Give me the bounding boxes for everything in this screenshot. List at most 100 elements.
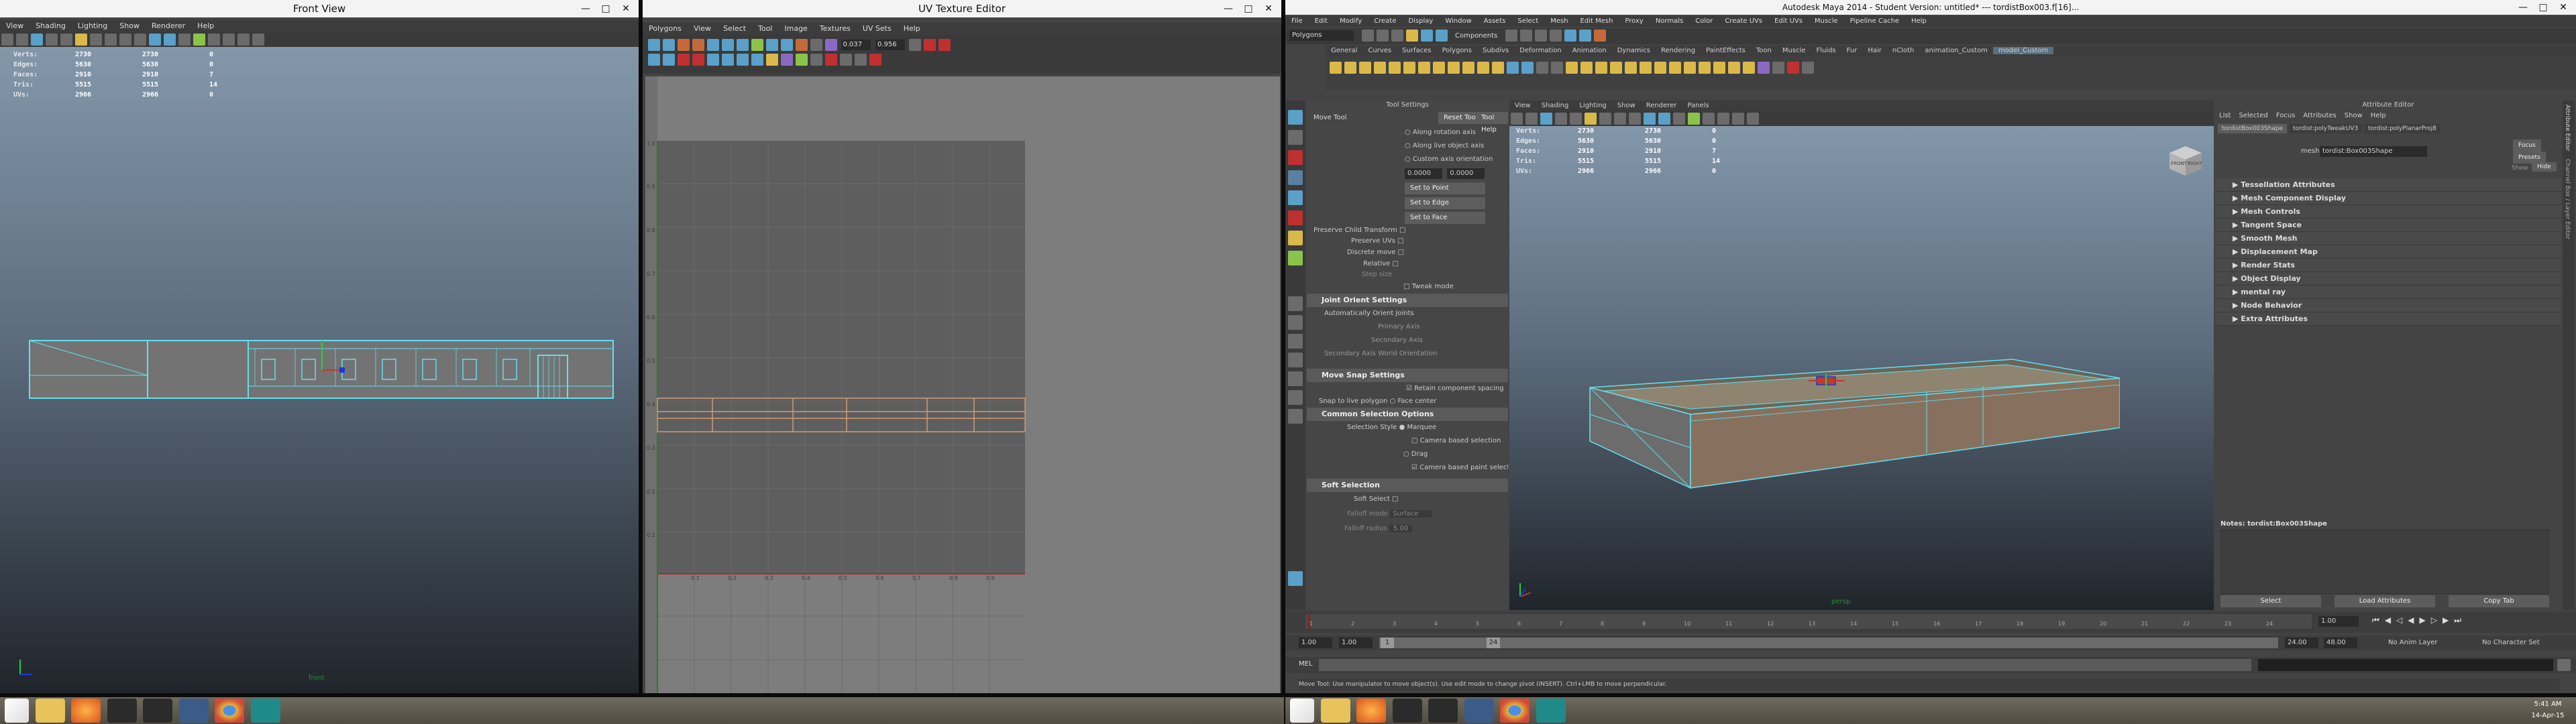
image-plane-icon[interactable] [46,34,58,46]
layout-single-icon[interactable] [1288,296,1303,311]
vp-shadows-icon[interactable] [1703,113,1715,125]
custom-axis-value-1[interactable]: 0.0000 [1405,168,1442,179]
save-scene-icon[interactable] [1391,29,1403,42]
vp-film-gate-icon[interactable] [1585,113,1597,125]
start-button-icon-2[interactable] [1290,699,1314,723]
drag-option[interactable]: ○ Drag [1313,448,1508,461]
uv-merge-icon[interactable] [751,54,763,66]
shelf-wedge-icon[interactable] [1580,62,1593,74]
layout-four-icon[interactable] [1288,315,1303,330]
layout-custom-icon[interactable] [1288,571,1303,586]
maya-menu-mesh[interactable]: Mesh [1544,17,1574,25]
uv-align-icon[interactable] [737,39,749,51]
falloff-radius-field[interactable]: Falloff radius 5.00 [1313,522,1508,536]
shelf-layout-icon[interactable] [1802,62,1814,74]
vp-textured-icon[interactable] [1688,113,1700,125]
secondary-world-orientation-option[interactable]: Secondary Axis World Orientation [1324,347,1508,361]
camera-based-selection-option[interactable]: □ Camera based selection [1313,434,1508,448]
playback-end-field[interactable]: 24.00 [2285,638,2318,648]
ae-tab-shape[interactable]: tordistBox003Shape [2218,124,2288,133]
preserve-child-transform-option[interactable]: Preserve Child Transform □ [1313,225,1508,236]
move-tool-icon[interactable] [1288,170,1303,185]
mode-select-dropdown[interactable]: Polygons [1289,30,1354,41]
vp-menu-panels[interactable]: Panels [1682,102,1714,109]
bookmark-icon[interactable] [31,34,43,46]
uv-cut-icon[interactable] [678,39,690,51]
set-to-edge-button[interactable]: Set to Edge [1405,197,1485,209]
shelf-tab-surfaces[interactable]: Surfaces [1397,47,1436,54]
ae-section-node-behavior[interactable]: ▶ Node Behavior [2215,299,2561,312]
common-selection-section[interactable]: Common Selection Options [1307,408,1508,421]
manipulator-icon[interactable] [1288,231,1303,245]
vp-menu-renderer[interactable]: Renderer [1641,102,1682,109]
field-chart-icon[interactable] [119,34,131,46]
grid-icon[interactable] [60,34,72,46]
uv-move-icon[interactable] [648,54,660,66]
snap-point-icon[interactable] [1534,29,1547,42]
shelf-tab-general[interactable]: General [1326,47,1362,54]
uv-rotate-icon[interactable] [663,39,675,51]
layout-outliner-icon[interactable] [1288,353,1303,367]
maya-menu-create-uvs[interactable]: Create UVs [1719,17,1768,25]
uv-menu-uvsets[interactable]: UV Sets [857,24,898,33]
shelf-append-icon[interactable] [1566,62,1578,74]
falloff-mode-dropdown[interactable]: Falloff mode Surface [1313,507,1508,522]
maximize-icon[interactable]: □ [596,0,616,17]
unity-icon-3[interactable] [1392,699,1422,723]
shelf-extract-icon[interactable] [1433,62,1445,74]
uv-normalize-icon[interactable] [722,54,734,66]
uv-alpha-icon[interactable] [825,54,837,66]
lasso-tool-icon[interactable] [1288,130,1303,145]
ae-load-attributes-button[interactable]: Load Attributes [2334,595,2435,607]
side-tab-attribute-editor[interactable]: Attribute Editor [2563,101,2572,155]
character-set-dropdown[interactable]: No Character Set [2479,638,2560,648]
vp-wireframe-icon[interactable] [1644,113,1656,125]
script-editor-icon[interactable] [2557,659,2571,671]
uv-lattice-icon[interactable] [692,54,704,66]
vp-menu-lighting[interactable]: Lighting [1574,102,1611,109]
shelf-center-pivot-icon[interactable] [1743,62,1755,74]
shelf-tab-painteffects[interactable]: PaintEffects [1701,47,1751,54]
uv-layout-icon[interactable] [722,39,734,51]
uv-refresh-icon[interactable] [908,39,921,51]
vp-field-chart-icon[interactable] [1629,113,1641,125]
shelf-tab-animation[interactable]: Animation [1567,47,1612,54]
ipr-icon[interactable] [1578,29,1591,42]
scale-tool-icon[interactable] [1288,210,1303,225]
uv-menu-polygons[interactable]: Polygons [643,24,688,33]
uv-relax-icon[interactable] [737,54,749,66]
uv-scale-icon[interactable] [663,54,675,66]
shelf-tab-fur[interactable]: Fur [1841,47,1863,54]
close-icon[interactable]: ✕ [1258,0,1279,17]
uv-unfold-icon[interactable] [707,39,719,51]
soft-selection-section[interactable]: Soft Selection [1307,479,1508,492]
maya-menu-select[interactable]: Select [1511,17,1544,25]
shelf-tab-fluids[interactable]: Fluids [1811,47,1841,54]
shelf-tab-deformation[interactable]: Deformation [1514,47,1566,54]
maya-menu-proxy[interactable]: Proxy [1619,17,1649,25]
discrete-move-option[interactable]: Discrete move □ [1313,247,1508,259]
uv-rgb-icon[interactable] [810,54,822,66]
step-back-key-icon[interactable]: ◀ [2385,615,2396,625]
ae-section-mental-ray[interactable]: ▶ mental ray [2215,286,2561,299]
select-component-icon[interactable] [1435,29,1448,42]
tool-help-button[interactable]: Tool Help [1476,112,1508,133]
shelf-tab-model-custom[interactable]: model_Custom [1992,47,2054,54]
shelf-cube-icon[interactable] [1330,62,1342,74]
shelf-uv-spherical-icon[interactable] [1684,62,1696,74]
maya-taskbar-icon[interactable] [250,699,280,723]
camera-based-paint-option[interactable]: ☑ Camera based paint selection [1313,461,1508,475]
vp-isolate-icon[interactable] [1732,113,1744,125]
ae-menu-selected[interactable]: Selected [2235,112,2271,119]
uv-smudge-icon[interactable] [678,54,690,66]
uv-menu-image[interactable]: Image [778,24,813,33]
ae-section-tangent-space[interactable]: ▶ Tangent Space [2215,219,2561,232]
vp-smooth-shade-icon[interactable] [1658,113,1670,125]
front-wall-model[interactable] [27,335,617,402]
ae-menu-help[interactable]: Help [2367,112,2390,119]
select-object-icon[interactable] [1420,29,1433,42]
ae-mesh-field[interactable]: tordist:Box003Shape [2320,146,2427,157]
uv-paste-icon[interactable] [938,39,951,51]
uv-menu-view[interactable]: View [688,24,717,33]
shelf-bridge-icon[interactable] [1492,62,1504,74]
